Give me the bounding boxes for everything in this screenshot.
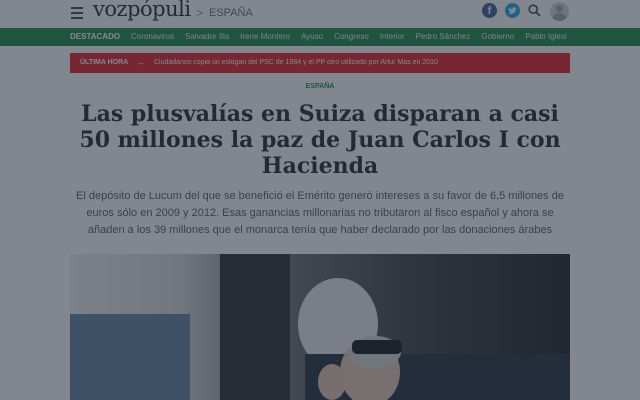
menu-icon[interactable] — [71, 7, 83, 19]
article-photo-image — [70, 254, 570, 400]
breaking-news-label: ÚLTIMA HORA — [80, 59, 129, 66]
section-tag[interactable]: ESPAÑA — [0, 83, 640, 90]
featured-nav-item[interactable]: Interior — [380, 32, 405, 41]
breadcrumb-section[interactable]: ESPAÑA — [209, 7, 253, 19]
featured-nav-item[interactable]: Gobierno — [481, 32, 514, 41]
twitter-icon[interactable] — [505, 3, 520, 18]
featured-nav-item[interactable]: Ayuso — [301, 32, 323, 41]
featured-nav-item[interactable]: Congreso — [334, 32, 369, 41]
search-icon[interactable] — [528, 4, 541, 17]
featured-nav-item[interactable]: Coronavirus — [131, 32, 174, 41]
article-page: vozpópuli > ESPAÑA f DESTACADO Coronavir… — [0, 0, 640, 400]
breaking-news-text[interactable]: Ciudadanos copia un eslogan del PSC de 1… — [154, 59, 438, 66]
featured-nav-item[interactable]: Pablo Iglesi — [525, 32, 566, 41]
article-lead: El depósito de Lucum del que se benefici… — [76, 190, 564, 236]
featured-nav: DESTACADO Coronavirus Salvador Illa Irene … — [0, 28, 640, 46]
featured-nav-item[interactable]: Salvador Illa — [185, 32, 229, 41]
user-avatar-icon[interactable] — [550, 2, 569, 21]
article-photo — [70, 254, 570, 400]
breaking-news-bar[interactable]: ÚLTIMA HORA → Ciudadanos copia un esloga… — [70, 53, 570, 73]
featured-nav-item[interactable]: Pedro Sánchez — [416, 32, 471, 41]
site-header: vozpópuli > ESPAÑA f — [0, 0, 640, 28]
breadcrumb-separator: > — [196, 6, 204, 20]
site-logo[interactable]: vozpópuli — [93, 0, 191, 21]
article-headline: Las plusvalías en Suiza disparan a casi … — [79, 101, 561, 179]
arrow-right-icon: → — [136, 57, 145, 67]
featured-nav-label: DESTACADO — [70, 32, 121, 41]
featured-nav-item[interactable]: Irene Montero — [240, 32, 290, 41]
featured-nav-items: Coronavirus Salvador Illa Irene Montero Ayu… — [131, 32, 578, 41]
facebook-icon[interactable]: f — [482, 3, 497, 18]
